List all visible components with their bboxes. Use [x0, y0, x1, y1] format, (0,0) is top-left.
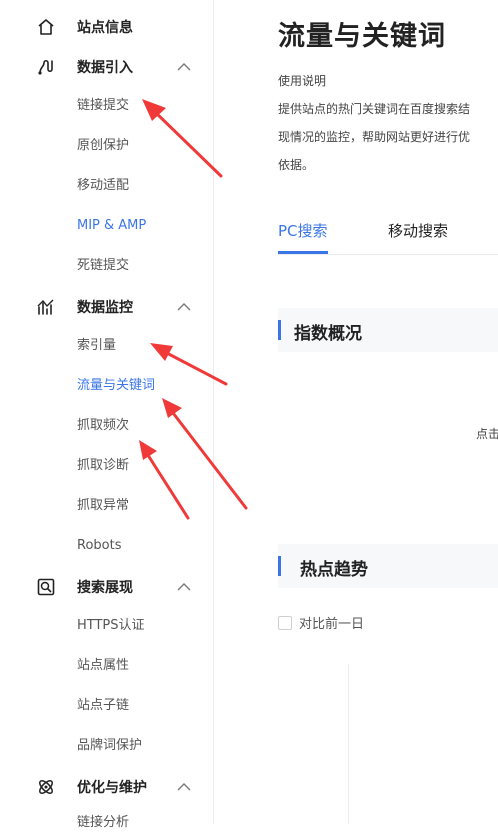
click-hint-text[interactable]: 点击	[476, 425, 498, 442]
sidebar-item-https-cert[interactable]: HTTPS认证	[77, 617, 145, 635]
section-accent-bar	[278, 320, 281, 340]
sidebar-item-crawl-errors[interactable]: 抓取异常	[77, 497, 129, 515]
chevron-up-icon[interactable]	[176, 582, 192, 592]
sidebar-group-label: 站点信息	[77, 20, 133, 36]
sidebar-item-mobile-adapt[interactable]: 移动适配	[77, 177, 129, 195]
section-hot-trend: 热点趋势	[278, 544, 498, 588]
sidebar-item-crawl-diagnosis[interactable]: 抓取诊断	[77, 457, 129, 475]
section-title: 热点趋势	[300, 560, 368, 580]
chevron-up-icon[interactable]	[176, 302, 192, 312]
usage-text-line: 提供站点的热门关键词在百度搜索结	[278, 102, 471, 116]
sidebar-item-dead-link-submit[interactable]: 死链提交	[77, 257, 129, 275]
active-tab-indicator	[278, 251, 328, 254]
section-accent-bar	[278, 556, 281, 576]
sidebar-group-label: 数据监控	[77, 300, 133, 316]
tab-mobile-search[interactable]: 移动搜索	[388, 220, 448, 241]
sidebar-group-label: 优化与维护	[77, 780, 147, 796]
sidebar-group-label: 数据引入	[77, 60, 133, 76]
sidebar-group-search-display[interactable]: 搜索展现	[0, 572, 213, 602]
page-title: 流量与关键词	[278, 21, 446, 52]
compare-label: 对比前一日	[299, 617, 365, 632]
sidebar-group-label: 搜索展现	[77, 580, 133, 596]
sidebar-group-data-import[interactable]: 数据引入	[0, 52, 213, 82]
optimize-icon	[39, 780, 53, 794]
compare-checkbox[interactable]	[278, 616, 292, 630]
chevron-up-icon[interactable]	[176, 62, 192, 72]
usage-heading: 使用说明	[278, 74, 327, 88]
sidebar-item-link-submit[interactable]: 链接提交	[77, 97, 129, 115]
sidebar-group-site-info[interactable]: 站点信息	[0, 12, 213, 42]
chevron-up-icon[interactable]	[176, 782, 192, 792]
sidebar-item-link-analysis[interactable]: 链接分析	[77, 814, 129, 832]
sidebar-item-original-protection[interactable]: 原创保护	[77, 137, 129, 155]
section-index-overview: 指数概况	[278, 308, 498, 352]
sidebar-item-crawl-frequency[interactable]: 抓取频次	[77, 417, 129, 435]
search-display-icon	[37, 578, 55, 596]
sidebar-item-robots[interactable]: Robots	[77, 537, 121, 555]
sidebar-group-optimize[interactable]: 优化与维护	[0, 772, 213, 802]
sidebar-item-site-sublinks[interactable]: 站点子链	[77, 697, 129, 715]
chart-axis-line	[348, 664, 349, 824]
section-title: 指数概况	[294, 324, 362, 344]
tab-divider	[278, 254, 498, 255]
main-content: 流量与关键词 使用说明 提供站点的热门关键词在百度搜索结 现情况的监控，帮助网站…	[214, 0, 498, 824]
usage-text-line: 现情况的监控，帮助网站更好进行优	[278, 130, 471, 144]
tab-pc-search[interactable]: PC搜索	[278, 220, 328, 241]
home-icon	[38, 19, 54, 35]
usage-text-line: 依据。	[278, 158, 315, 172]
sidebar-item-index-volume[interactable]: 索引量	[77, 337, 116, 355]
monitor-icon	[37, 299, 54, 315]
sidebar-item-traffic-keywords[interactable]: 流量与关键词	[77, 377, 155, 395]
sidebar-item-site-attributes[interactable]: 站点属性	[77, 657, 129, 675]
sidebar-item-brand-protection[interactable]: 品牌词保护	[77, 737, 142, 755]
data-import-icon	[38, 59, 53, 75]
sidebar-group-data-monitor[interactable]: 数据监控	[0, 292, 213, 322]
sidebar-item-mip-amp[interactable]: MIP & AMP	[77, 217, 146, 235]
sidebar: 站点信息 数据引入 链接提交 原创保护 移动适配 MIP & AMP 死链提交 …	[0, 0, 214, 830]
